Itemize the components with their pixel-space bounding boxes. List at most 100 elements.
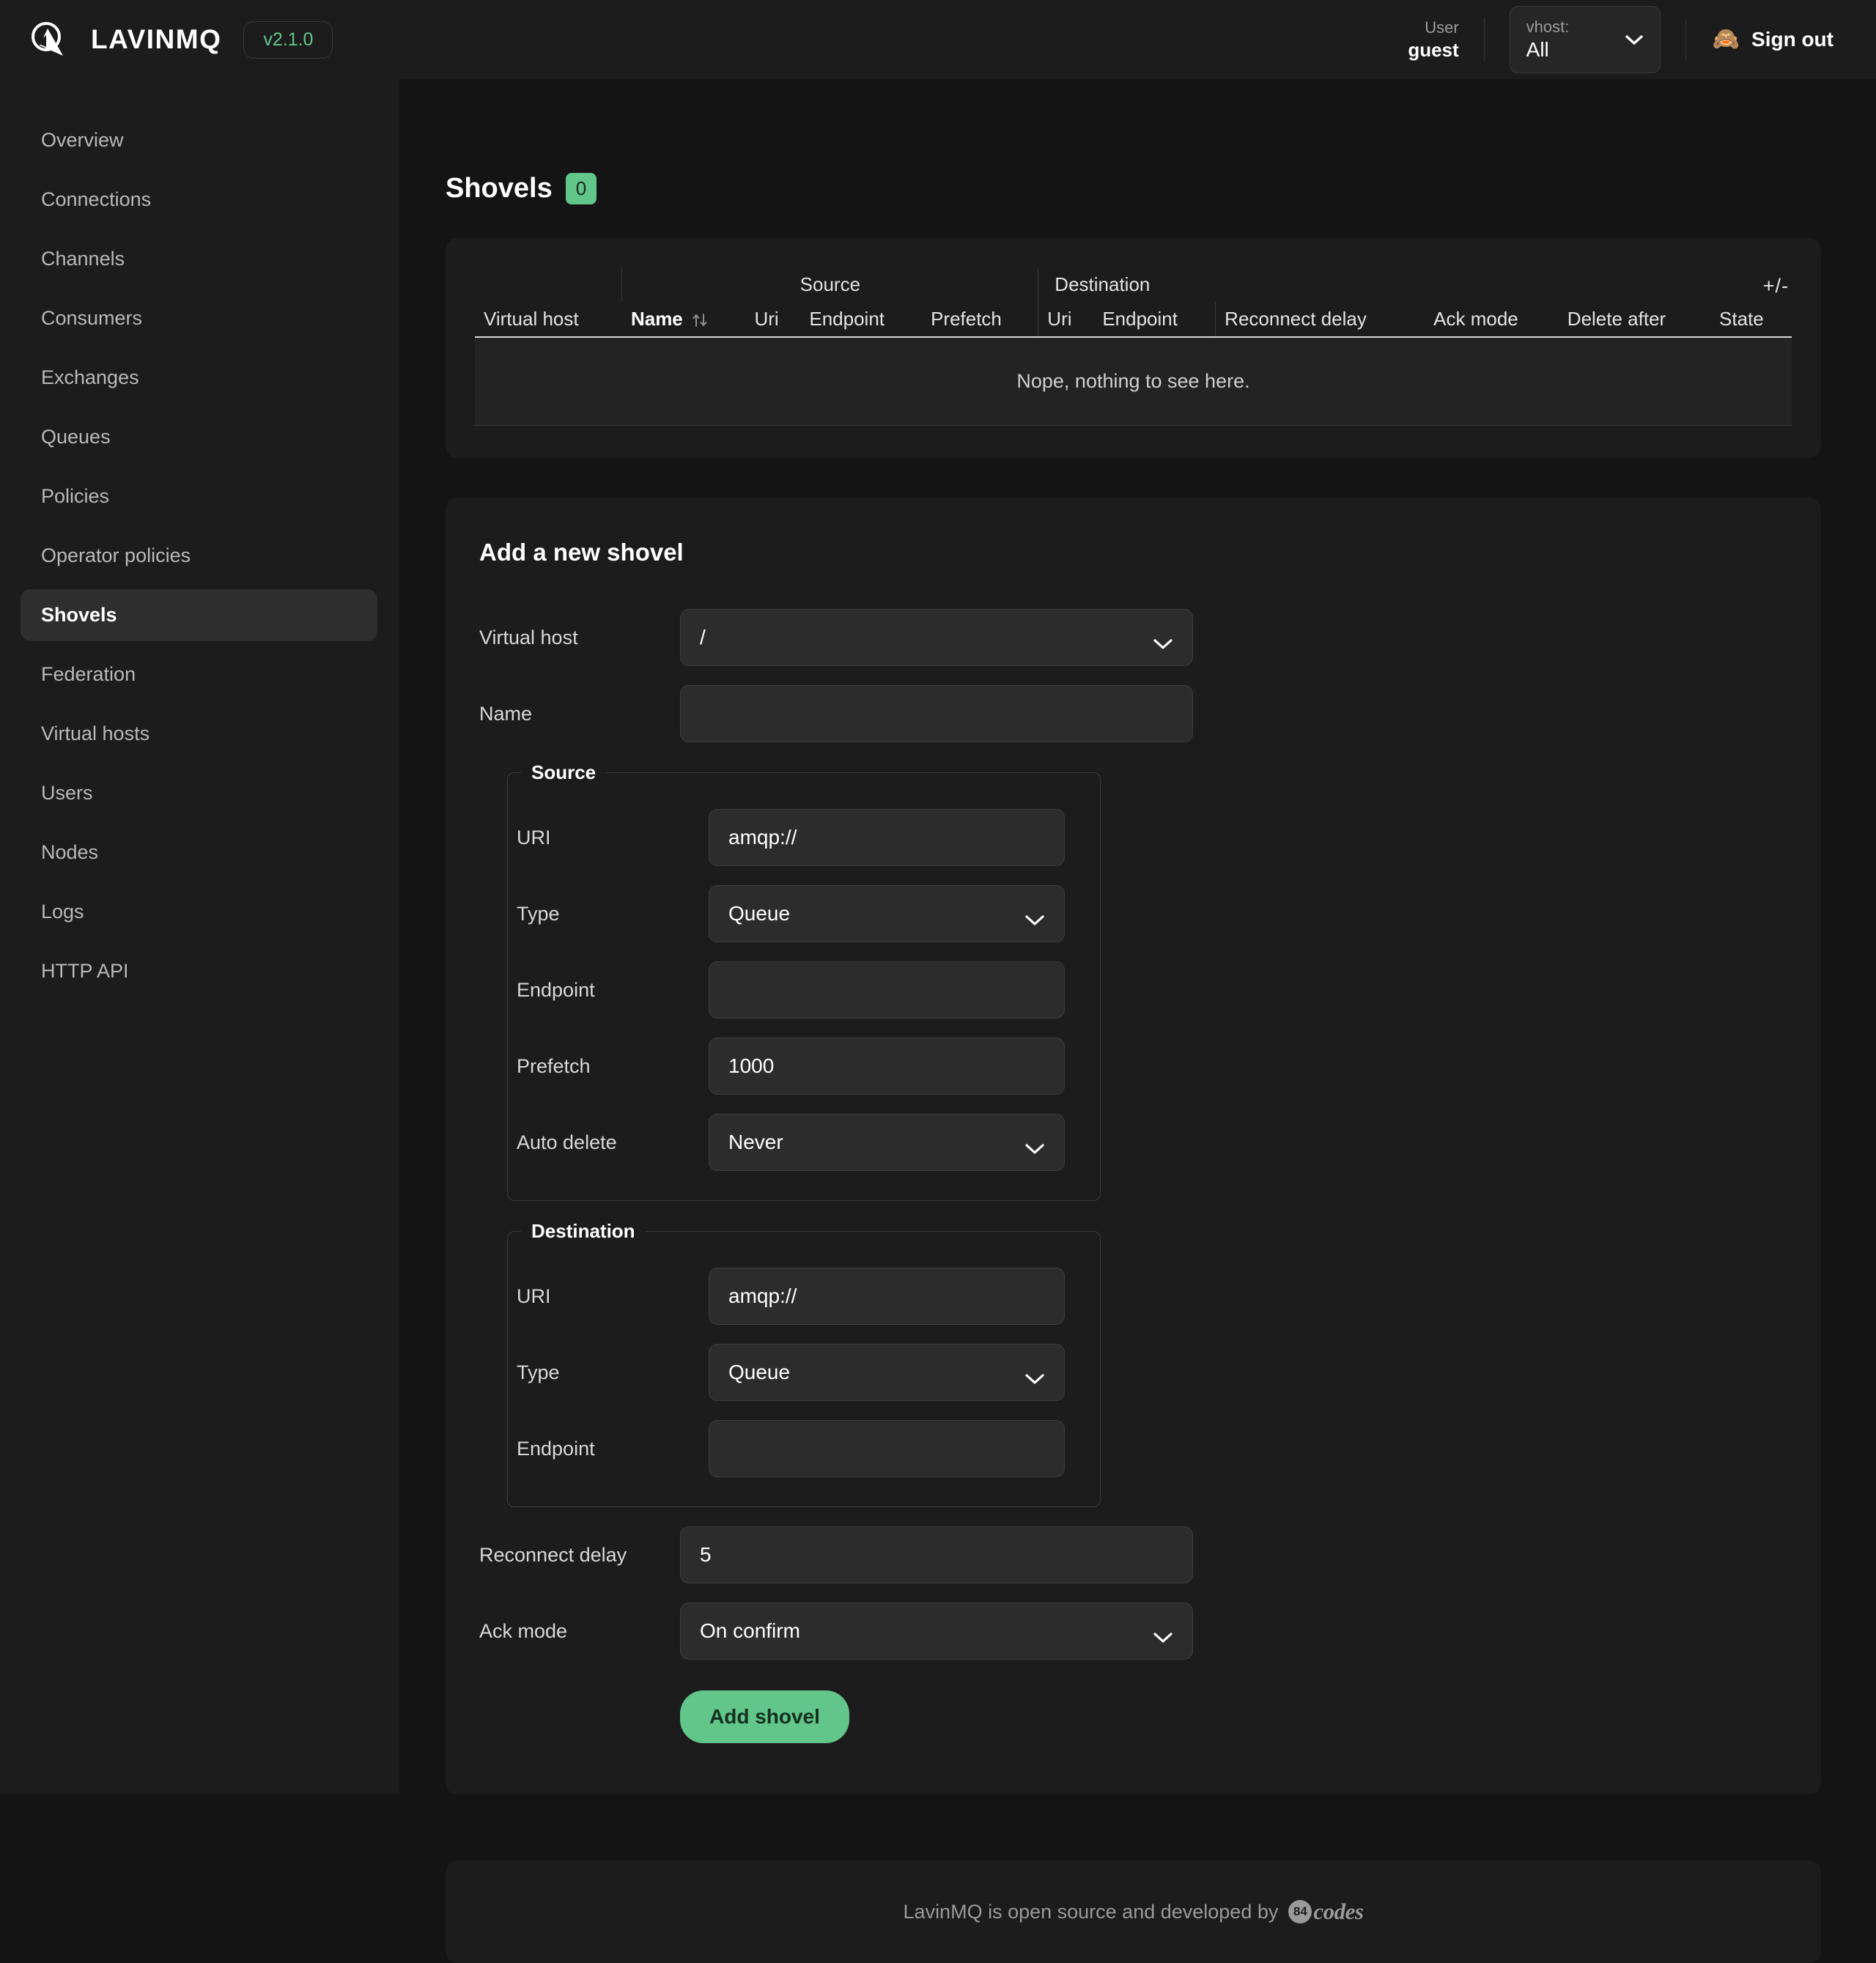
sidebar-item-channels[interactable]: Channels (21, 233, 377, 285)
column-header-source-prefetch[interactable]: Prefetch (922, 302, 1039, 337)
label-destination-endpoint: Endpoint (517, 1437, 595, 1460)
current-user: User guest (1408, 18, 1485, 62)
source-uri-input[interactable]: amqp:// (709, 809, 1065, 867)
destination-fieldset: Destination URI amqp:// Type Queue Endpo… (507, 1220, 1101, 1508)
field-row-virtual-host: Virtual host / (479, 609, 1787, 667)
sidebar-item-policies[interactable]: Policies (21, 470, 377, 522)
sidebar-item-operator-policies[interactable]: Operator policies (21, 530, 377, 582)
label-name: Name (479, 702, 533, 725)
column-header-delete-after[interactable]: Delete after (1559, 302, 1710, 336)
column-header-destination-uri[interactable]: Uri (1038, 302, 1094, 336)
field-row-source-uri: URI amqp:// (508, 809, 1100, 867)
page-header: Shovels 0 (446, 79, 1821, 238)
ack-mode-select[interactable]: On confirm (680, 1602, 1193, 1660)
sidebar-item-nodes[interactable]: Nodes (21, 827, 377, 879)
add-shovel-title: Add a new shovel (479, 539, 684, 566)
group-header-source: Source (621, 267, 1039, 303)
label-source-uri: URI (517, 826, 551, 849)
column-header-virtual-host[interactable]: Virtual host (475, 302, 622, 336)
source-auto-delete-select[interactable]: Never (709, 1114, 1065, 1172)
shovels-table-wrapper: +/- Source Destination Virtual host Name (475, 267, 1792, 426)
field-row-source-type: Type Queue (508, 885, 1100, 943)
chevron-down-icon (1153, 632, 1173, 649)
version-chip: v2.1.0 (243, 21, 333, 59)
vhost-value: All (1526, 38, 1549, 62)
sign-out-button[interactable]: 🙈 Sign out (1685, 19, 1833, 60)
submit-row: Add shovel (479, 1690, 1787, 1744)
chevron-down-icon (1153, 1625, 1173, 1643)
field-row-source-endpoint: Endpoint (508, 961, 1100, 1019)
sidebar-item-http-api[interactable]: HTTP API (21, 945, 377, 997)
chevron-down-icon (1024, 1136, 1045, 1154)
add-shovel-card: Add a new shovel Virtual host / Name Sou… (446, 498, 1821, 1795)
monkey-icon: 🙈 (1712, 27, 1740, 51)
toggle-columns-button[interactable]: +/- (1763, 275, 1789, 297)
sidebar-item-federation[interactable]: Federation (21, 648, 377, 700)
user-name: guest (1408, 38, 1459, 61)
sign-out-label: Sign out (1751, 28, 1833, 51)
sidebar-item-consumers[interactable]: Consumers (21, 292, 377, 344)
sort-updown-icon (692, 311, 708, 329)
column-header-ack-mode[interactable]: Ack mode (1425, 302, 1559, 336)
vhost-select-text: vhost: All (1526, 17, 1570, 63)
column-header-name[interactable]: Name (622, 302, 746, 336)
source-prefetch-input[interactable]: 1000 (709, 1038, 1065, 1095)
column-header-state[interactable]: State (1710, 302, 1792, 336)
sidebar-item-queues[interactable]: Queues (21, 411, 377, 463)
84codes-logo-icon[interactable]: 84 codes (1288, 1899, 1364, 1925)
column-header-source-uri[interactable]: Uri (746, 302, 801, 336)
source-endpoint-input[interactable] (709, 961, 1065, 1019)
destination-uri-input[interactable]: amqp:// (709, 1268, 1065, 1326)
column-header-source-endpoint[interactable]: Endpoint (800, 302, 922, 336)
group-header-destination: Destination (1055, 273, 1151, 296)
page-title: Shovels (446, 173, 553, 204)
column-header-destination-endpoint[interactable]: Endpoint (1093, 302, 1216, 337)
field-row-source-auto-delete: Auto delete Never (508, 1114, 1100, 1172)
destination-legend: Destination (531, 1220, 635, 1243)
sidebar-item-shovels[interactable]: Shovels (21, 589, 377, 641)
sidebar-item-exchanges[interactable]: Exchanges (21, 352, 377, 404)
vhost-select[interactable]: vhost: All (1509, 5, 1661, 74)
column-header-reconnect-delay[interactable]: Reconnect delay (1216, 302, 1425, 336)
field-row-source-prefetch: Prefetch 1000 (508, 1038, 1100, 1095)
source-fieldset: Source URI amqp:// Type Queue Endpoint P… (507, 761, 1101, 1202)
chevron-down-icon (1625, 34, 1644, 45)
reconnect-delay-value: 5 (700, 1543, 712, 1567)
label-ack-mode: Ack mode (479, 1619, 568, 1642)
sidebar-item-connections[interactable]: Connections (21, 174, 377, 226)
vhost-label: vhost: (1526, 17, 1570, 36)
source-legend: Source (531, 761, 597, 784)
sidebar-item-virtual-hosts[interactable]: Virtual hosts (21, 708, 377, 760)
table-empty-row: Nope, nothing to see here. (475, 338, 1792, 426)
84codes-wordmark: codes (1313, 1899, 1364, 1925)
add-shovel-button[interactable]: Add shovel (680, 1690, 849, 1744)
main-content: Shovels 0 +/- Source Destination Virtual… (399, 79, 1876, 1835)
sidebar-item-users[interactable]: Users (21, 767, 377, 819)
header-right-controls: User guest vhost: All 🙈 Sign out (1408, 0, 1833, 79)
reconnect-delay-input[interactable]: 5 (680, 1526, 1193, 1584)
shovels-table: Source Destination Virtual host Name Uri… (475, 267, 1792, 426)
footer-text: LavinMQ is open source and developed by (903, 1900, 1279, 1923)
brand[interactable]: LAVINMQ v2.1.0 (28, 19, 333, 60)
group-header-empty (1216, 267, 1792, 302)
name-input[interactable] (680, 685, 1193, 743)
field-row-destination-uri: URI amqp:// (508, 1268, 1100, 1326)
table-group-header-row: Source Destination (475, 267, 1792, 303)
lavinmq-logo-icon (28, 19, 69, 60)
sidebar-nav: Overview Connections Channels Consumers … (0, 79, 399, 1794)
source-uri-value: amqp:// (728, 826, 797, 849)
source-auto-delete-value: Never (728, 1131, 783, 1154)
sidebar-item-overview[interactable]: Overview (21, 114, 377, 166)
chevron-down-icon (1024, 908, 1045, 925)
destination-endpoint-input[interactable] (709, 1420, 1065, 1478)
virtual-host-value: / (700, 626, 706, 649)
chevron-down-icon (1024, 1367, 1045, 1384)
destination-type-value: Queue (728, 1361, 791, 1384)
label-source-endpoint: Endpoint (517, 978, 595, 1001)
sidebar-item-logs[interactable]: Logs (21, 886, 377, 938)
virtual-host-select[interactable]: / (680, 609, 1193, 667)
source-type-select[interactable]: Queue (709, 885, 1065, 943)
app-shell: Overview Connections Channels Consumers … (0, 79, 1876, 1835)
field-row-reconnect-delay: Reconnect delay 5 (479, 1526, 1787, 1584)
destination-type-select[interactable]: Queue (709, 1344, 1065, 1402)
